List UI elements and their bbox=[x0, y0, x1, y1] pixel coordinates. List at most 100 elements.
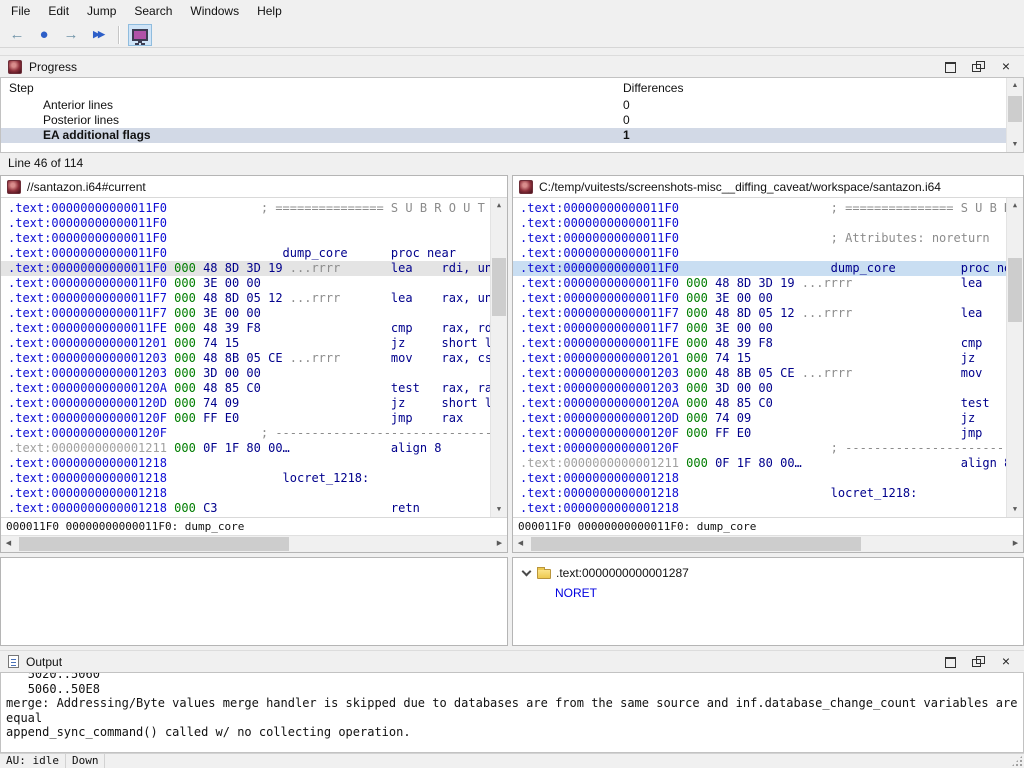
disasm-line[interactable]: .text:00000000000011FE 000 48 39 F8 cmp … bbox=[1, 321, 490, 336]
disasm-line[interactable]: .text:000000000000120A 000 48 85 C0 test… bbox=[513, 396, 1006, 411]
back-arrow-icon: ← bbox=[10, 27, 25, 42]
disasm-line[interactable]: .text:000000000000120F ; ---------------… bbox=[1, 426, 490, 441]
disasm-line[interactable]: .text:00000000000011F7 000 3E 00 00 bbox=[513, 321, 1006, 336]
disasm-line[interactable]: .text:00000000000011F0 bbox=[1, 231, 490, 246]
disassembly-view-right[interactable]: .text:00000000000011F0 ; ===============… bbox=[513, 198, 1023, 517]
disasm-line[interactable]: .text:00000000000011F0 000 3E 00 00 bbox=[513, 291, 1006, 306]
scrollbar-thumb[interactable] bbox=[531, 537, 861, 551]
disasm-line[interactable]: .text:0000000000001203 000 48 8B 05 CE .… bbox=[513, 366, 1006, 381]
disasm-line[interactable]: .text:0000000000001203 000 3D 00 00 bbox=[513, 381, 1006, 396]
disasm-line[interactable]: .text:00000000000011FE 000 48 39 F8 cmp … bbox=[513, 336, 1006, 351]
resize-grip[interactable] bbox=[1010, 754, 1024, 768]
scroll-right-icon[interactable]: ▶ bbox=[1008, 536, 1023, 552]
scrollbar-thumb[interactable] bbox=[1008, 258, 1022, 322]
difference-value: 0 bbox=[623, 98, 630, 113]
disasm-line[interactable]: .text:0000000000001211 000 0F 1F 80 00… … bbox=[513, 456, 1006, 471]
menu-item-file[interactable]: File bbox=[2, 1, 39, 21]
disasm-line[interactable]: .text:0000000000001203 000 48 8B 05 CE .… bbox=[1, 351, 490, 366]
disasm-line[interactable]: .text:00000000000011F0 bbox=[1, 216, 490, 231]
disasm-line[interactable]: .text:00000000000011F7 000 48 8D 05 12 .… bbox=[513, 306, 1006, 321]
continue-button[interactable]: ▶▶ bbox=[86, 24, 110, 46]
menu-item-edit[interactable]: Edit bbox=[39, 1, 78, 21]
float-button[interactable] bbox=[972, 61, 984, 72]
progress-row[interactable]: Anterior lines0 bbox=[1, 98, 1023, 113]
scroll-down-icon[interactable]: ▼ bbox=[491, 502, 507, 517]
float-button[interactable] bbox=[972, 656, 984, 667]
disasm-line[interactable]: .text:0000000000001203 000 3D 00 00 bbox=[1, 366, 490, 381]
disasm-line[interactable]: .text:00000000000011F0 000 48 8D 3D 19 .… bbox=[1, 261, 490, 276]
disasm-line[interactable]: .text:00000000000011F0 dump_core proc ne… bbox=[513, 261, 1006, 276]
disassembly-view-left[interactable]: .text:00000000000011F0 ; ===============… bbox=[1, 198, 507, 517]
au-status: AU: idle bbox=[0, 754, 66, 768]
disasm-line[interactable]: .text:0000000000001218 bbox=[1, 456, 490, 471]
disasm-line[interactable]: .text:0000000000001211 000 0F 1F 80 00… … bbox=[1, 441, 490, 456]
disasm-line[interactable]: .text:00000000000011F0 bbox=[513, 216, 1006, 231]
scroll-up-icon[interactable]: ▲ bbox=[491, 198, 507, 213]
left-pane-title: //santazon.i64#current bbox=[27, 180, 146, 194]
maximize-button[interactable] bbox=[944, 61, 956, 72]
navigate-back-button[interactable]: ← bbox=[5, 24, 29, 46]
scrollbar-thumb[interactable] bbox=[19, 537, 289, 551]
disasm-line[interactable]: .text:00000000000011F7 000 3E 00 00 bbox=[1, 306, 490, 321]
disasm-line[interactable]: .text:0000000000001201 000 74 15 jz shor… bbox=[513, 351, 1006, 366]
disasm-line[interactable]: .text:0000000000001218 locret_1218: bbox=[1, 471, 490, 486]
disasm-line[interactable]: .text:000000000000120F 000 FF E0 jmp rax bbox=[513, 426, 1006, 441]
scrollbar-thumb[interactable] bbox=[492, 258, 506, 316]
scroll-left-icon[interactable]: ◀ bbox=[1, 536, 16, 552]
tree-child-label: NORET bbox=[555, 586, 597, 600]
disasm-line[interactable]: .text:0000000000001218 bbox=[513, 501, 1006, 516]
disasm-line[interactable]: .text:00000000000011F0 ; ===============… bbox=[1, 201, 490, 216]
disasm-line[interactable]: .text:00000000000011F0 000 3E 00 00 bbox=[1, 276, 490, 291]
disasm-line[interactable]: .text:00000000000011F0 000 48 8D 3D 19 .… bbox=[513, 276, 1006, 291]
left-horizontal-scrollbar[interactable]: ◀ ▶ bbox=[1, 535, 507, 552]
disasm-line[interactable]: .text:000000000000120D 000 74 09 jz shor… bbox=[513, 411, 1006, 426]
right-vertical-scrollbar[interactable]: ▲ ▼ bbox=[1006, 198, 1023, 517]
left-vertical-scrollbar[interactable]: ▲ ▼ bbox=[490, 198, 507, 517]
disasm-line[interactable]: .text:0000000000001218 bbox=[513, 471, 1006, 486]
disasm-line[interactable]: .text:0000000000001218 000 C3 retn bbox=[1, 501, 490, 516]
disasm-line[interactable]: .text:000000000000120D 000 74 09 jz shor… bbox=[1, 396, 490, 411]
screen-toggle-button[interactable] bbox=[128, 24, 152, 46]
menu-item-search[interactable]: Search bbox=[125, 1, 181, 21]
locations-tree-panel: .text:0000000000001287 NORET bbox=[512, 557, 1024, 646]
output-log[interactable]: 5020..5060 5060..50E8merge: Addressing/B… bbox=[0, 672, 1024, 753]
disasm-line[interactable]: .text:00000000000011F0 dump_core proc ne… bbox=[1, 246, 490, 261]
scroll-left-icon[interactable]: ◀ bbox=[513, 536, 528, 552]
tree-item[interactable]: NORET bbox=[555, 583, 1023, 603]
progress-row[interactable]: EA additional flags1 bbox=[1, 128, 1023, 143]
difference-value: 0 bbox=[623, 113, 630, 128]
menu-item-jump[interactable]: Jump bbox=[78, 1, 125, 21]
column-step: Step bbox=[9, 81, 34, 95]
output-title: Output bbox=[26, 655, 62, 669]
scroll-up-icon[interactable]: ▲ bbox=[1007, 198, 1023, 213]
close-icon[interactable]: × bbox=[1000, 61, 1012, 72]
disasm-line[interactable]: .text:00000000000011F0 bbox=[513, 246, 1006, 261]
maximize-button[interactable] bbox=[944, 656, 956, 667]
disasm-line[interactable]: .text:0000000000001201 000 74 15 jz shor… bbox=[1, 336, 490, 351]
scroll-down-icon[interactable]: ▼ bbox=[1007, 502, 1023, 517]
navigate-forward-button[interactable]: → bbox=[59, 24, 83, 46]
close-icon[interactable]: × bbox=[1000, 656, 1012, 667]
scrollbar-thumb[interactable] bbox=[1008, 96, 1022, 122]
disasm-line[interactable]: .text:00000000000011F7 000 48 8D 05 12 .… bbox=[1, 291, 490, 306]
menu-item-windows[interactable]: Windows bbox=[181, 1, 248, 21]
direction-status: Down bbox=[66, 754, 106, 768]
menu-item-help[interactable]: Help bbox=[248, 1, 291, 21]
progress-vertical-scrollbar[interactable]: ▲ ▼ bbox=[1006, 78, 1023, 152]
disasm-line[interactable]: .text:00000000000011F0 ; Attributes: nor… bbox=[513, 231, 1006, 246]
chevron-down-icon[interactable] bbox=[522, 566, 532, 576]
disasm-line[interactable]: .text:000000000000120F ; ---------------… bbox=[513, 441, 1006, 456]
disasm-line[interactable]: .text:000000000000120F 000 FF E0 jmp rax bbox=[1, 411, 490, 426]
scroll-up-icon[interactable]: ▲ bbox=[1007, 78, 1023, 93]
disasm-line[interactable]: .text:0000000000001218 locret_1218: bbox=[513, 486, 1006, 501]
progress-title: Progress bbox=[29, 60, 77, 74]
right-horizontal-scrollbar[interactable]: ◀ ▶ bbox=[513, 535, 1023, 552]
disasm-line[interactable]: .text:00000000000011F0 ; ===============… bbox=[513, 201, 1006, 216]
scroll-down-icon[interactable]: ▼ bbox=[1007, 137, 1023, 152]
scroll-right-icon[interactable]: ▶ bbox=[492, 536, 507, 552]
tree-item[interactable]: .text:0000000000001287 bbox=[521, 563, 1023, 583]
progress-row[interactable]: Posterior lines0 bbox=[1, 113, 1023, 128]
pause-button[interactable]: ● bbox=[32, 24, 56, 46]
disasm-line[interactable]: .text:0000000000001218 bbox=[1, 486, 490, 501]
disasm-line[interactable]: .text:000000000000120A 000 48 85 C0 test… bbox=[1, 381, 490, 396]
